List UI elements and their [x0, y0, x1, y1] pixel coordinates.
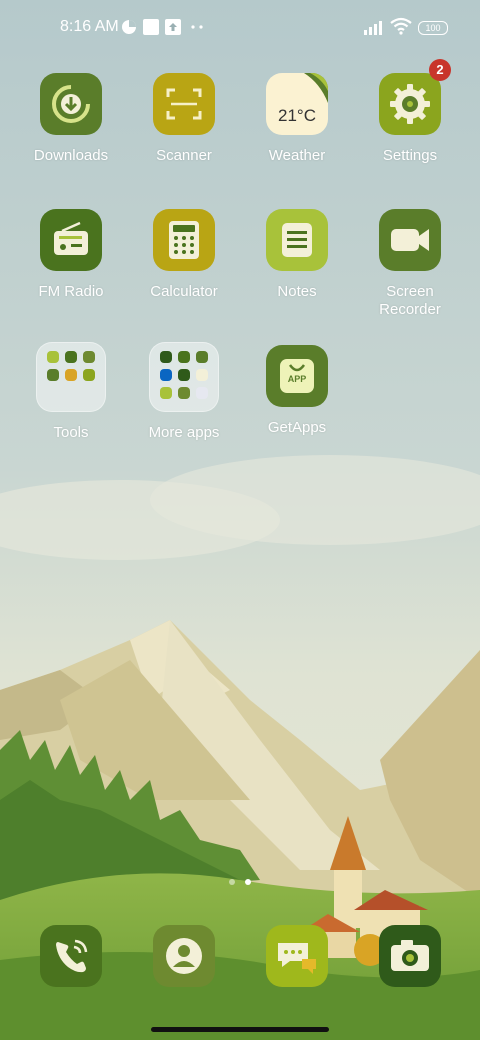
gesture-home-bar[interactable] [151, 1027, 329, 1032]
app-calculator[interactable]: Calculator [124, 209, 244, 301]
upload-notification-icon [165, 19, 181, 35]
app-label: FM Radio [38, 283, 104, 300]
app-getapps[interactable]: APP GetApps [237, 345, 357, 437]
clock: 8:16 AM [60, 18, 119, 35]
page-dot[interactable] [229, 879, 235, 885]
app-label: More apps [148, 424, 220, 441]
chat-icon [278, 943, 316, 974]
app-label: Notes [277, 283, 317, 300]
dock-phone[interactable] [40, 925, 102, 987]
app-label: Screen Recorder [379, 283, 441, 318]
notes-icon [266, 209, 328, 271]
gear-icon: 2 [379, 59, 451, 135]
camera-icon [391, 940, 429, 971]
dock-messaging[interactable] [266, 925, 328, 987]
app-fm-radio[interactable]: FM Radio [11, 209, 131, 301]
phone-icon [56, 939, 88, 973]
radio-icon [40, 209, 102, 271]
app-downloads[interactable]: Downloads [11, 73, 131, 165]
dock-camera[interactable] [379, 925, 441, 987]
folder-more-apps[interactable]: More apps [124, 342, 244, 442]
app-settings[interactable]: 2 Settings [350, 59, 470, 165]
more-notifications-icon [191, 25, 203, 29]
download-icon [40, 73, 102, 135]
app-label: Weather [268, 147, 326, 164]
app-label: Tools [53, 424, 89, 441]
getapps-icon-text: APP [287, 374, 307, 384]
app-weather[interactable]: 21°C Weather [237, 73, 357, 165]
wifi-icon [390, 17, 412, 35]
video-camera-icon [379, 209, 441, 271]
notification-badge: 2 [429, 59, 451, 81]
battery-level: 100 [425, 23, 441, 33]
app-scanner[interactable]: Scanner [124, 73, 244, 165]
app-label: GetApps [267, 419, 327, 436]
app-label: Scanner [156, 147, 212, 164]
scan-icon [153, 73, 215, 135]
calculator-icon [153, 209, 215, 271]
folder-icon [36, 342, 106, 412]
app-notes[interactable]: Notes [237, 209, 357, 301]
weather-icon: 21°C [266, 73, 328, 135]
page-dot-active[interactable] [245, 879, 251, 885]
signal-icon [364, 21, 382, 35]
status-bar: 8:16 AM 100 [0, 0, 480, 56]
battery-icon: 100 [418, 21, 448, 35]
dock-contacts[interactable] [153, 925, 215, 987]
weather-temp: 21°C [278, 106, 316, 125]
contact-icon [166, 938, 202, 974]
shopping-bag-icon: APP [266, 345, 328, 407]
app-label: Calculator [150, 283, 218, 300]
app-label: Downloads [33, 147, 109, 164]
stop-icon [143, 19, 159, 35]
app-screen-recorder[interactable]: Screen Recorder [350, 209, 470, 319]
app-label: Settings [382, 147, 438, 164]
data-saver-icon [122, 20, 136, 34]
folder-tools[interactable]: Tools [11, 342, 131, 442]
folder-icon [149, 342, 219, 412]
